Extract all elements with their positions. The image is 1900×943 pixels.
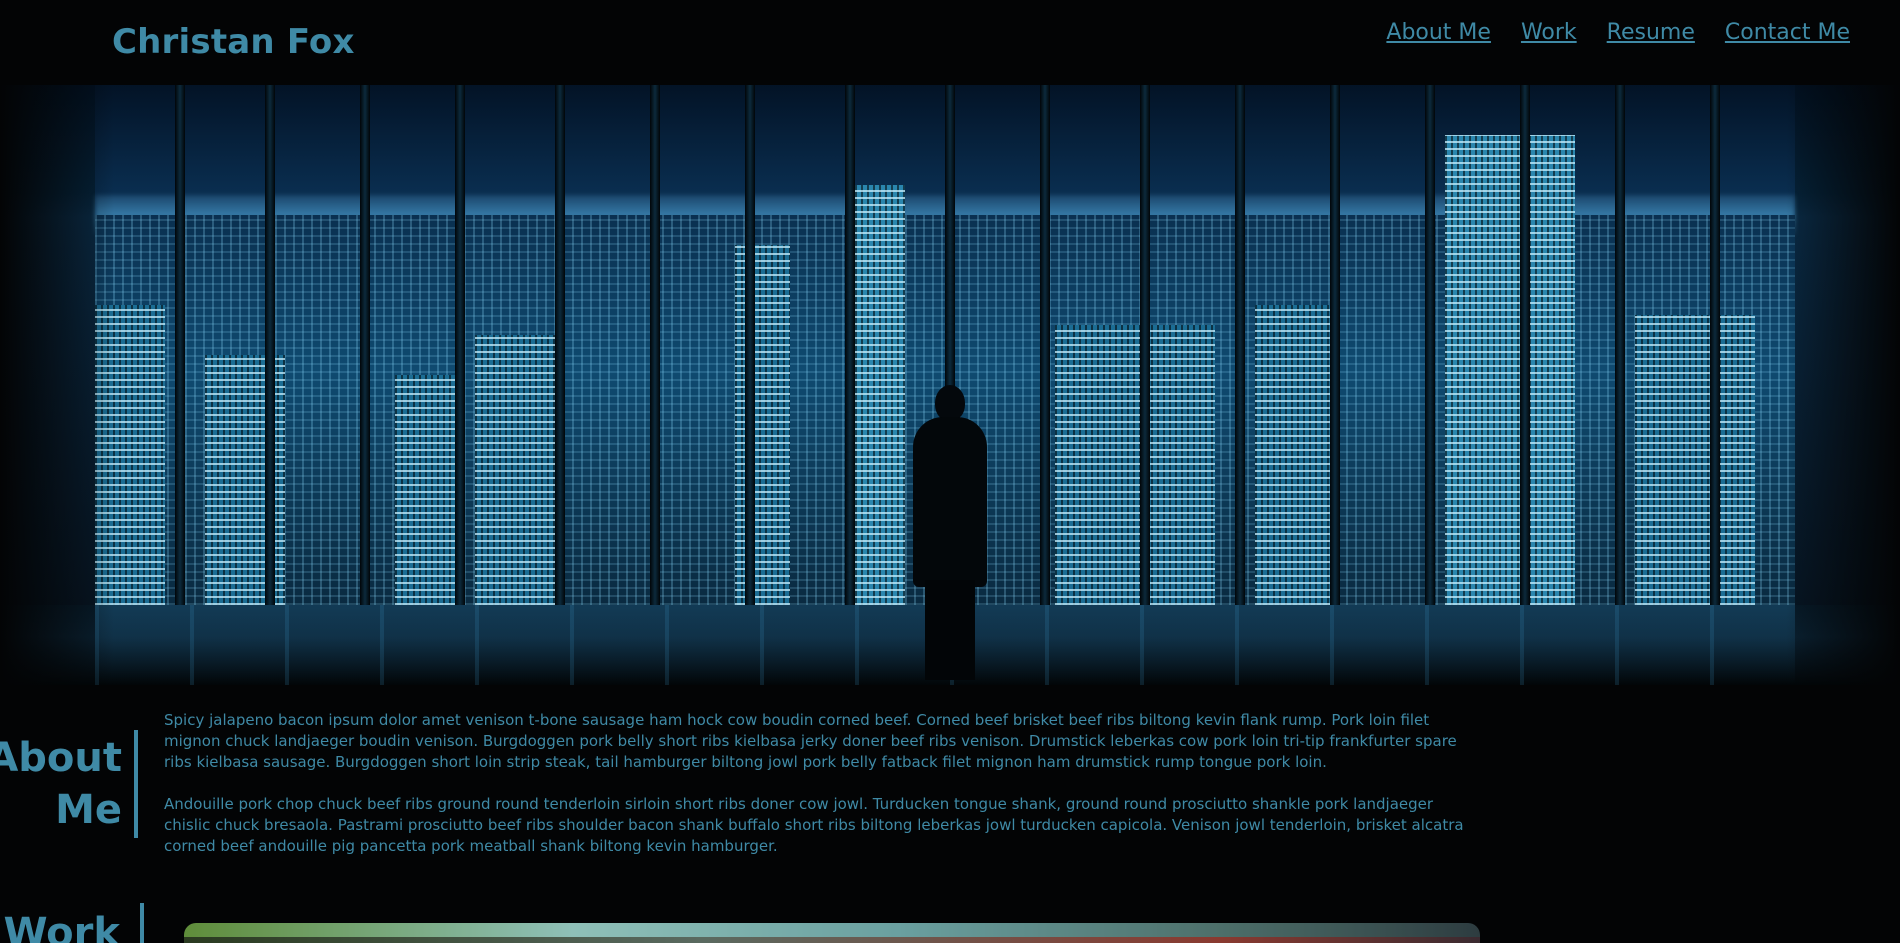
nav-link-work[interactable]: Work [1521,20,1577,45]
about-heading-line1: About [0,735,122,781]
about-text: Spicy jalapeno bacon ipsum dolor amet ve… [164,710,1474,878]
brand-name[interactable]: Christan Fox [112,22,355,62]
work-card-strip [184,937,1480,943]
nav-link-contact-me[interactable]: Contact Me [1725,20,1850,45]
about-heading-line2: Me [55,787,122,833]
work-heading: Work [3,910,120,943]
nav-link-about-me[interactable]: About Me [1386,20,1491,45]
site-header: Christan Fox About Me Work Resume Contac… [0,0,1900,85]
work-card-image[interactable] [184,923,1480,943]
about-paragraph: Spicy jalapeno bacon ipsum dolor amet ve… [164,711,1457,771]
about-paragraph: Andouille pork chop chuck beef ribs grou… [164,795,1464,855]
about-heading: About Me [0,732,122,836]
page: Christan Fox About Me Work Resume Contac… [0,0,1900,943]
main-nav: About Me Work Resume Contact Me [1386,20,1850,45]
nav-link-resume[interactable]: Resume [1607,20,1695,45]
work-section: Work [0,895,1900,943]
about-section: About Me Spicy jalapeno bacon ipsum dolo… [0,700,1900,880]
hero-image [0,85,1900,685]
hero-vignette [0,85,1900,685]
about-divider [134,730,138,838]
work-divider [140,903,144,943]
